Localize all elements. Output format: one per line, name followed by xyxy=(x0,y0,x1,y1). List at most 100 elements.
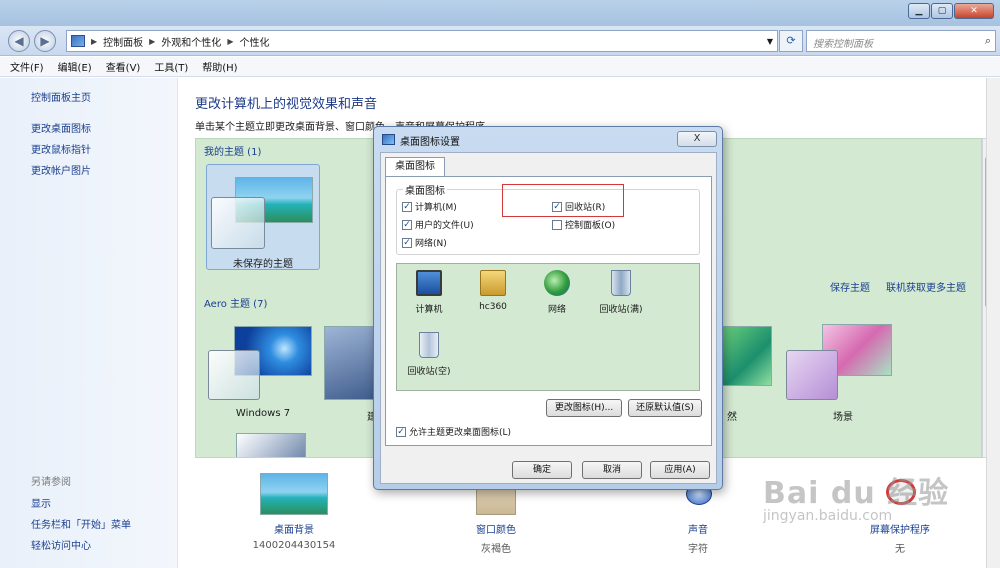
breadcrumb-separator-icon[interactable]: ▶ xyxy=(91,37,97,46)
change-icon-button[interactable]: 更改图标(H)... xyxy=(546,399,622,417)
window-controls: ▁ ▢ ✕ xyxy=(908,3,994,19)
theme-partial[interactable] xyxy=(226,431,316,457)
baidu-watermark: Bai du 经验 jingyan.baidu.com xyxy=(763,468,949,524)
desktop-icon-settings-dialog: 桌面图标设置 X 桌面图标 桌面图标 ✓ 计算机(M) ✓ 回收站(R) ✓ 用… xyxy=(373,126,723,490)
icon-label: 计算机 xyxy=(415,305,443,315)
icon-label: 网络 xyxy=(547,305,566,315)
menu-tools[interactable]: 工具(T) xyxy=(154,59,188,74)
theme-name: 场景 xyxy=(833,412,853,423)
icon-item-network[interactable]: 网络 xyxy=(527,270,587,315)
menu-bar: 文件(F) 编辑(E) 查看(V) 工具(T) 帮助(H) xyxy=(0,57,1000,77)
checkmark-icon[interactable]: ✓ xyxy=(396,426,406,437)
aero-themes-label: Aero 主题 (7) xyxy=(204,299,268,310)
sidebar-change-desktop-icons[interactable]: 更改桌面图标 xyxy=(31,120,91,135)
theme-preview-image xyxy=(716,326,772,386)
checkbox-label: 网络(N) xyxy=(415,239,447,249)
user-folder-icon xyxy=(480,270,506,296)
icon-item-recycle-empty[interactable]: 回收站(空) xyxy=(399,332,459,377)
menu-view[interactable]: 查看(V) xyxy=(106,59,141,74)
setting-value: 灰褐色 xyxy=(481,544,511,555)
network-globe-icon xyxy=(544,270,570,296)
setting-value: 无 xyxy=(895,544,905,555)
checkmark-icon[interactable]: ✓ xyxy=(402,201,412,212)
checkbox-computer[interactable]: ✓ 计算机(M) xyxy=(402,200,457,213)
theme-name: Windows 7 xyxy=(235,408,291,419)
desktop-icon-list: 计算机 hc360 网络 回收站(满) 回收站(空) xyxy=(396,263,700,391)
theme-name: 然 xyxy=(727,412,737,423)
icon-item-computer[interactable]: 计算机 xyxy=(399,270,459,315)
checkbox-allow-themes[interactable]: ✓ 允许主题更改桌面图标(L) xyxy=(396,425,511,438)
group-legend: 桌面图标 xyxy=(403,182,447,197)
checkbox-label: 允许主题更改桌面图标(L) xyxy=(409,428,512,438)
desktop-background-thumbnail xyxy=(260,473,328,515)
menu-edit[interactable]: 编辑(E) xyxy=(58,59,92,74)
checkbox-control-panel[interactable]: 控制面板(O) xyxy=(552,218,615,231)
address-toolbar: ◀ ▶ ▶ 控制面板 ▶ 外观和个性化 ▶ 个性化 ▼ ⟳ 搜索控制面板 ⌕ xyxy=(0,26,1000,56)
checkbox-empty[interactable] xyxy=(552,219,562,230)
maximize-button[interactable]: ▢ xyxy=(931,3,953,19)
refresh-button[interactable]: ⟳ xyxy=(779,30,803,52)
breadcrumb-separator-icon[interactable]: ▶ xyxy=(149,37,155,46)
theme-windows-7[interactable]: Windows 7 xyxy=(206,324,320,424)
save-theme-link[interactable]: 保存主题 xyxy=(830,279,870,294)
sidebar: 控制面板主页 更改桌面图标 更改鼠标指针 更改帐户图片 另请参阅 显示 任务栏和… xyxy=(0,78,178,568)
icon-label: 回收站(空) xyxy=(407,367,451,377)
checkbox-network[interactable]: ✓ 网络(N) xyxy=(402,236,447,249)
sidebar-ease-of-access[interactable]: 轻松访问中心 xyxy=(31,537,91,552)
forward-button[interactable]: ▶ xyxy=(34,30,56,52)
search-placeholder: 搜索控制面板 xyxy=(813,39,873,50)
checkmark-icon[interactable]: ✓ xyxy=(402,219,412,230)
setting-label[interactable]: 声音 xyxy=(653,521,743,536)
minimize-button[interactable]: ▁ xyxy=(908,3,930,19)
menu-help[interactable]: 帮助(H) xyxy=(202,59,237,74)
recycle-bin-empty-icon xyxy=(419,332,439,358)
theme-window-preview xyxy=(786,350,838,400)
sidebar-change-account-picture[interactable]: 更改帐户图片 xyxy=(31,162,91,177)
sidebar-display[interactable]: 显示 xyxy=(31,495,51,510)
setting-label[interactable]: 桌面背景 xyxy=(249,521,339,536)
theme-nature[interactable]: 然 xyxy=(716,324,776,424)
menu-file[interactable]: 文件(F) xyxy=(10,59,44,74)
window-scrollbar[interactable] xyxy=(986,78,1000,568)
breadcrumb-appearance[interactable]: 外观和个性化 xyxy=(161,34,221,49)
breadcrumb-separator-icon[interactable]: ▶ xyxy=(227,37,233,46)
chevron-down-icon[interactable]: ▼ xyxy=(763,37,777,46)
recycle-bin-full-icon xyxy=(611,270,631,296)
search-icon[interactable]: ⌕ xyxy=(985,34,991,48)
desktop-background-setting[interactable]: 桌面背景 1400204430154 xyxy=(249,473,339,551)
theme-preview-image xyxy=(236,433,306,457)
address-bar[interactable]: ▶ 控制面板 ▶ 外观和个性化 ▶ 个性化 ▼ xyxy=(66,30,778,52)
sidebar-taskbar-start[interactable]: 任务栏和「开始」菜单 xyxy=(31,516,131,531)
icon-item-recycle-full[interactable]: 回收站(满) xyxy=(591,270,651,315)
cancel-button[interactable]: 取消 xyxy=(582,461,642,479)
dialog-close-button[interactable]: X xyxy=(677,131,717,147)
icon-item-hc360[interactable]: hc360 xyxy=(463,270,523,312)
checkmark-icon[interactable]: ✓ xyxy=(402,237,412,248)
breadcrumb-control-panel[interactable]: 控制面板 xyxy=(103,34,143,49)
sidebar-change-mouse-pointers[interactable]: 更改鼠标指针 xyxy=(31,141,91,156)
theme-scenes[interactable]: 场景 xyxy=(786,324,900,424)
setting-label[interactable]: 窗口颜色 xyxy=(451,521,541,536)
apply-button[interactable]: 应用(A) xyxy=(650,461,710,479)
theme-unsaved[interactable]: 未保存的主题 xyxy=(206,164,320,270)
close-window-button[interactable]: ✕ xyxy=(954,3,994,19)
icon-label: hc360 xyxy=(479,302,507,312)
search-input[interactable]: 搜索控制面板 ⌕ xyxy=(806,30,996,52)
checkbox-label: 计算机(M) xyxy=(415,203,457,213)
back-button[interactable]: ◀ xyxy=(8,30,30,52)
get-more-themes-link[interactable]: 联机获取更多主题 xyxy=(886,279,966,294)
icon-label: 回收站(满) xyxy=(599,305,643,315)
see-also-heading: 另请参阅 xyxy=(31,477,71,488)
desktop-icon-settings-icon xyxy=(382,134,395,145)
breadcrumb-personalization[interactable]: 个性化 xyxy=(239,34,269,49)
restore-default-button[interactable]: 还原默认值(S) xyxy=(628,399,702,417)
checkbox-user-files[interactable]: ✓ 用户的文件(U) xyxy=(402,218,474,231)
setting-value: 1400204430154 xyxy=(252,540,336,551)
setting-value: 字符 xyxy=(688,544,708,555)
checkbox-label: 控制面板(O) xyxy=(565,221,616,231)
page-title: 更改计算机上的视觉效果和声音 xyxy=(195,97,378,112)
sidebar-control-panel-home[interactable]: 控制面板主页 xyxy=(31,89,91,104)
theme-window-preview xyxy=(208,350,260,400)
ok-button[interactable]: 确定 xyxy=(512,461,572,479)
tab-desktop-icons[interactable]: 桌面图标 xyxy=(385,157,445,177)
